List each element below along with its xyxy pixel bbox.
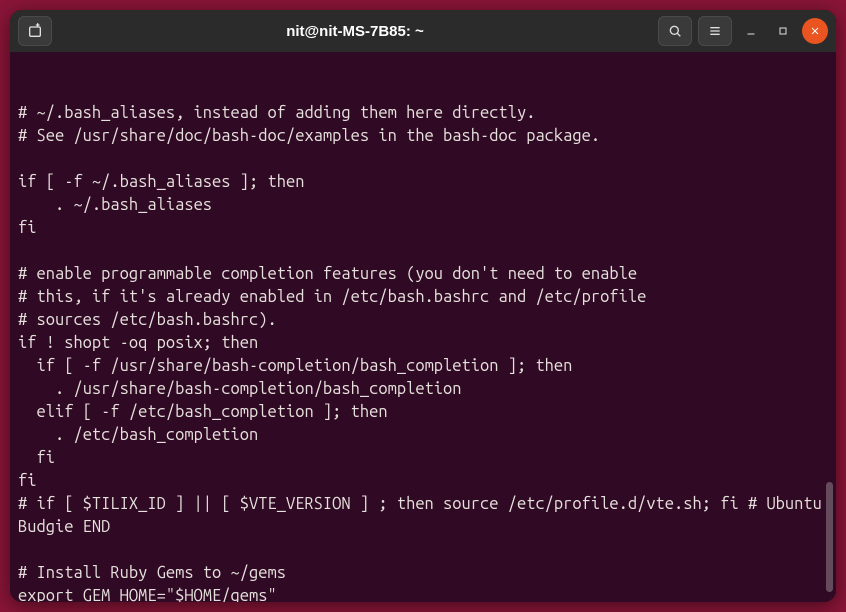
terminal-line: # if [ $TILIX_ID ] || [ $VTE_VERSION ] ;… (18, 495, 831, 536)
close-button[interactable] (802, 18, 828, 44)
terminal-line: if ! shopt -oq posix; then (18, 334, 258, 352)
terminal-line: # Install Ruby Gems to ~/gems (18, 564, 286, 582)
terminal-line: # enable programmable completion feature… (18, 265, 637, 283)
search-button[interactable] (658, 16, 692, 46)
scrollbar-thumb[interactable] (826, 482, 833, 592)
terminal-line: # this, if it's already enabled in /etc/… (18, 288, 646, 306)
terminal-line: fi (18, 472, 36, 490)
terminal-line: elif [ -f /etc/bash_completion ]; then (18, 403, 388, 421)
maximize-button[interactable] (770, 18, 796, 44)
terminal-line: if [ -f /usr/share/bash-completion/bash_… (18, 357, 572, 375)
terminal-window: nit@nit-MS-7B85: ~ # ~/.bash_aliases, in… (10, 10, 836, 602)
window-title: nit@nit-MS-7B85: ~ (58, 23, 652, 40)
terminal-output: # ~/.bash_aliases, instead of adding the… (18, 102, 828, 602)
terminal-line: # ~/.bash_aliases, instead of adding the… (18, 104, 535, 122)
terminal-line: . /usr/share/bash-completion/bash_comple… (18, 380, 462, 398)
minimize-button[interactable] (738, 18, 764, 44)
terminal-line: export GEM_HOME="$HOME/gems" (18, 587, 277, 602)
terminal-line: # See /usr/share/doc/bash-doc/examples i… (18, 127, 600, 145)
titlebar-right (658, 16, 828, 46)
menu-button[interactable] (698, 16, 732, 46)
titlebar-left (18, 16, 52, 46)
terminal-line: # sources /etc/bash.bashrc). (18, 311, 277, 329)
terminal-line: fi (18, 449, 55, 467)
new-tab-button[interactable] (18, 16, 52, 46)
terminal-line: if [ -f ~/.bash_aliases ]; then (18, 173, 304, 191)
titlebar: nit@nit-MS-7B85: ~ (10, 10, 836, 52)
terminal-line: . /etc/bash_completion (18, 426, 258, 444)
terminal-line: fi (18, 219, 36, 237)
terminal-body[interactable]: # ~/.bash_aliases, instead of adding the… (10, 52, 836, 602)
terminal-line: . ~/.bash_aliases (18, 196, 212, 214)
